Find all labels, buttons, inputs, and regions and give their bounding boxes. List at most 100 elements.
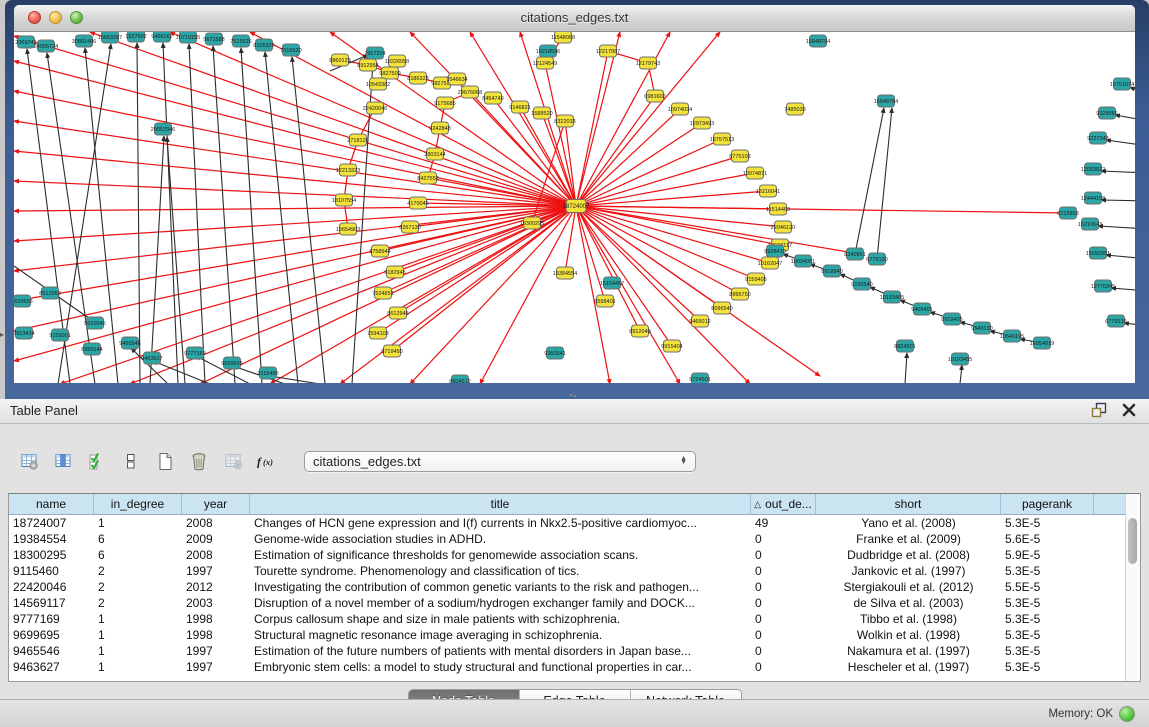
citation-node-teal[interactable]: 9405401 xyxy=(911,303,932,315)
citation-node-teal[interactable]: 9466162 xyxy=(151,32,172,42)
network-window-titlebar[interactable]: citations_edges.txt xyxy=(14,5,1135,32)
cell-out_de[interactable]: 0 xyxy=(751,611,816,627)
citation-node-yellow[interactable]: 22420046 xyxy=(363,102,387,114)
citation-node-yellow[interactable]: 2718120 xyxy=(347,134,368,146)
cell-in_degree[interactable]: 6 xyxy=(94,547,182,563)
citation-node-yellow[interactable]: 10543382 xyxy=(366,78,390,90)
citation-node-teal[interactable]: 29053346 xyxy=(151,123,175,135)
citation-node-yellow[interactable]: 6981602 xyxy=(644,90,665,102)
citation-node-teal[interactable]: 1527602 xyxy=(125,32,146,42)
citation-node-yellow[interactable]: 8912954 xyxy=(357,59,378,71)
citation-node-yellow[interactable]: 9182945 xyxy=(384,266,405,278)
cell-out_de[interactable]: 0 xyxy=(751,563,816,579)
citation-node-yellow[interactable]: 1546634 xyxy=(446,73,467,85)
cell-name[interactable]: 9777169 xyxy=(9,611,94,627)
citation-node-yellow[interactable]: 12213323 xyxy=(336,164,360,176)
float-panel-icon[interactable] xyxy=(1091,402,1107,418)
cell-pagerank[interactable]: 5.3E-5 xyxy=(1001,595,1094,611)
cell-short[interactable]: Tibbo et al. (1998) xyxy=(816,611,1001,627)
citation-node-yellow[interactable]: 8719450 xyxy=(381,345,402,357)
citation-node-teal[interactable]: 9329966 xyxy=(1096,107,1117,119)
cell-out_de[interactable]: 0 xyxy=(751,531,816,547)
table-row[interactable]: 1938455462009Genome-wide association stu… xyxy=(9,531,1126,547)
citation-node-yellow[interactable]: 18724007 xyxy=(563,200,590,213)
citation-node-teal[interactable]: 9360541 xyxy=(544,347,565,359)
cell-in_degree[interactable]: 2 xyxy=(94,563,182,579)
delete-column-button[interactable] xyxy=(184,447,214,475)
column-header-out_de[interactable]: △out_de... xyxy=(751,494,816,514)
cell-name[interactable]: 19384554 xyxy=(9,531,94,547)
citation-node-teal[interactable]: 19218596 xyxy=(536,45,560,57)
citation-node-teal[interactable]: 8105326 xyxy=(253,39,274,51)
cell-year[interactable]: 2008 xyxy=(182,547,250,563)
citation-node-teal[interactable]: 9465546 xyxy=(119,337,140,349)
citation-node-teal[interactable]: 10193405 xyxy=(880,291,904,303)
cell-year[interactable]: 1998 xyxy=(182,611,250,627)
citation-node-yellow[interactable]: 8758944 xyxy=(369,245,390,257)
citation-node-yellow[interactable]: 4170046 xyxy=(407,197,428,209)
scrollbar-thumb[interactable] xyxy=(1128,518,1137,564)
cell-name[interactable]: 22420046 xyxy=(9,579,94,595)
citation-node-yellow[interactable]: 8159405 xyxy=(745,273,766,285)
cell-out_de[interactable]: 0 xyxy=(751,595,816,611)
network-graph[interactable]: 8860123891295418226058982750910543382818… xyxy=(14,32,1135,383)
citation-node-yellow[interactable]: 9175685 xyxy=(434,97,455,109)
citation-node-teal[interactable]: 6779135 xyxy=(1105,315,1126,327)
cell-short[interactable]: Hescheler et al. (1997) xyxy=(816,659,1001,675)
citation-node-yellow[interactable]: 11548068 xyxy=(551,32,575,43)
citation-node-yellow[interactable]: 22046120 xyxy=(771,221,795,233)
citation-node-teal[interactable]: 9928410 xyxy=(764,245,785,257)
citation-node-yellow[interactable]: 8322033 xyxy=(554,115,575,127)
close-panel-icon[interactable] xyxy=(1121,402,1137,418)
cell-pagerank[interactable]: 5.6E-5 xyxy=(1001,531,1094,547)
cell-name[interactable]: 18724007 xyxy=(9,515,94,531)
column-header-in_degree[interactable]: in_degree xyxy=(94,494,182,514)
citation-node-teal[interactable]: 7957224 xyxy=(364,47,385,59)
citation-node-yellow[interactable]: 29676068 xyxy=(458,86,482,98)
citation-node-teal[interactable]: 9227343 xyxy=(1087,132,1108,144)
cell-year[interactable]: 1997 xyxy=(182,643,250,659)
citation-node-yellow[interactable]: 18226058 xyxy=(385,55,409,67)
cell-name[interactable]: 14569117 xyxy=(9,595,94,611)
citation-node-yellow[interactable]: 8427552 xyxy=(417,172,438,184)
table-options-button[interactable] xyxy=(14,447,44,475)
citation-node-teal[interactable]: 9671588 xyxy=(203,33,224,45)
cell-year[interactable]: 2012 xyxy=(182,579,250,595)
citation-node-yellow[interactable]: 10162047 xyxy=(758,257,782,269)
cell-title[interactable]: Investigating the contribution of common… xyxy=(250,579,751,595)
cell-out_de[interactable]: 0 xyxy=(751,643,816,659)
citation-node-yellow[interactable]: 8454749 xyxy=(482,92,503,104)
cell-year[interactable]: 2003 xyxy=(182,595,250,611)
citation-node-yellow[interactable]: 8860123 xyxy=(329,54,350,66)
citation-node-yellow[interactable]: 8186328 xyxy=(407,72,428,84)
citation-node-teal[interactable]: 15692951 xyxy=(1086,247,1110,259)
citation-node-yellow[interactable]: 8775103 xyxy=(729,150,750,162)
citation-node-yellow[interactable]: 8096540 xyxy=(711,302,732,314)
citation-node-yellow[interactable]: 18300295 xyxy=(520,217,544,229)
memory-ok-icon[interactable] xyxy=(1119,706,1135,722)
citation-node-teal[interactable]: 5010045 xyxy=(84,317,105,329)
citation-node-yellow[interactable]: 19384554 xyxy=(553,267,577,279)
table-row[interactable]: 946362711997Embryonic stem cells: a mode… xyxy=(9,659,1126,675)
citation-node-teal[interactable]: 9115460 xyxy=(257,367,278,379)
citation-node-yellow[interactable]: 9598401 xyxy=(594,295,615,307)
cell-name[interactable]: 9465546 xyxy=(9,643,94,659)
column-header-pagerank[interactable]: pagerank xyxy=(1001,494,1094,514)
citation-node-teal[interactable]: 8340951 xyxy=(844,248,865,260)
table-selector-dropdown[interactable]: citations_edges.txt ▲▼ xyxy=(304,451,696,472)
citation-node-teal[interactable]: 9155001 xyxy=(49,329,70,341)
citation-node-teal[interactable]: 6779130 xyxy=(866,253,887,265)
cell-in_degree[interactable]: 1 xyxy=(94,659,182,675)
cell-title[interactable]: Corpus callosum shape and size in male p… xyxy=(250,611,751,627)
citation-node-teal[interactable]: 8950144 xyxy=(81,343,102,355)
citation-node-teal[interactable]: 15751074 xyxy=(1110,78,1134,90)
citation-node-yellow[interactable]: 12217987 xyxy=(596,45,620,57)
cell-name[interactable]: 9463627 xyxy=(9,659,94,675)
column-header-year[interactable]: year xyxy=(182,494,250,514)
table-row[interactable]: 1872400712008Changes of HCN gene express… xyxy=(9,515,1126,531)
cell-in_degree[interactable]: 2 xyxy=(94,579,182,595)
cell-out_de[interactable]: 0 xyxy=(751,579,816,595)
table-row[interactable]: 969969511998Structural magnetic resonanc… xyxy=(9,627,1126,643)
hidden-panel-arrow-icon[interactable]: ▸ xyxy=(0,330,4,339)
column-select-button[interactable] xyxy=(48,447,78,475)
